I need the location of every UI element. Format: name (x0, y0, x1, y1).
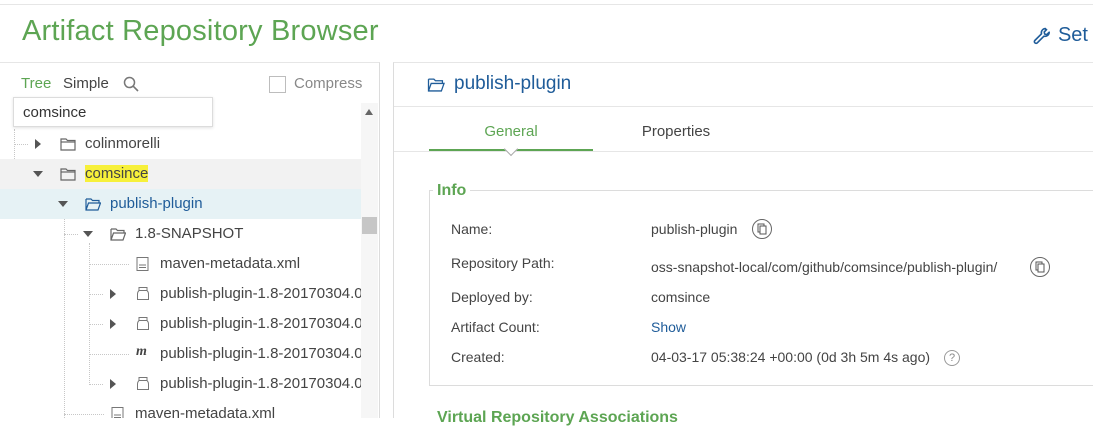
clipboard-icon (757, 223, 767, 235)
field-deployed-by: Deployed by: comsince (394, 289, 1054, 313)
detail-panel: publish-plugin General Properties Info N… (393, 62, 1093, 426)
compress-label: Compress (294, 75, 363, 92)
tree-node-artifact[interactable]: publish-plugin-1.8-20170304.05 (0, 279, 361, 309)
field-name: Name: publish-plugin (394, 219, 1054, 245)
tree-node-version[interactable]: 1.8-SNAPSHOT (0, 219, 361, 249)
detail-header: publish-plugin (394, 63, 1093, 107)
tree-node-label: maven-metadata.xml (135, 405, 276, 418)
field-label: Deployed by: (451, 289, 533, 305)
tree-node-label: colinmorelli (85, 135, 161, 152)
tree-node-colinmorelli[interactable]: colinmorelli (0, 129, 361, 159)
settings-label: Set (1057, 24, 1088, 46)
expand-toggle[interactable] (110, 289, 116, 299)
field-value: 04-03-17 05:38:24 +00:00 (0d 3h 5m 4s ag… (651, 349, 931, 365)
folder-icon (60, 138, 76, 151)
help-icon[interactable]: ? (944, 350, 960, 366)
tree-panel: Tree Simple Compress colinmorelli comsin… (0, 62, 380, 418)
field-created: Created: 04-03-17 05:38:24 +00:00 (0d 3h… (394, 349, 1054, 373)
active-tab-caret (503, 141, 519, 157)
tree-node-label: publish-plugin-1.8-20170304.05 (160, 345, 361, 362)
field-label: Repository Path: (451, 255, 555, 271)
virtual-repository-associations-heading: Virtual Repository Associations (437, 409, 678, 426)
compress-checkbox[interactable] (269, 76, 286, 93)
detail-tabs: General Properties (394, 107, 1093, 157)
jar-icon (137, 287, 149, 300)
top-header: Artifact Repository Browser Set (0, 0, 1093, 62)
tree-node-artifact[interactable]: publish-plugin-1.8-20170304.05 (0, 369, 361, 399)
maven-icon: m (136, 344, 147, 359)
tree-filter-input[interactable] (13, 97, 213, 127)
tree-node-label: publish-plugin (110, 195, 203, 212)
collapse-toggle[interactable] (83, 231, 93, 237)
expand-toggle[interactable] (110, 379, 116, 389)
field-value: publish-plugin (651, 221, 738, 237)
folder-icon (60, 168, 76, 181)
copy-icon[interactable] (752, 219, 772, 239)
scroll-up-arrow[interactable] (365, 109, 373, 115)
settings-button[interactable]: Set (1032, 24, 1088, 47)
header-divider (0, 4, 1093, 5)
tab-simple[interactable]: Simple (63, 75, 109, 92)
field-label: Name: (451, 221, 493, 237)
tree-node-label: comsince (85, 165, 149, 182)
field-label: Created: (451, 349, 505, 365)
search-icon[interactable] (123, 76, 139, 92)
jar-icon (137, 377, 149, 390)
xml-file-icon (136, 257, 149, 271)
tree-node-file[interactable]: maven-metadata.xml (0, 399, 361, 418)
field-artifact-count: Artifact Count: Show (394, 319, 1054, 343)
collapse-toggle[interactable] (33, 171, 43, 177)
tab-tree[interactable]: Tree (21, 75, 51, 92)
folder-open-icon (427, 78, 445, 92)
tree-node-artifact[interactable]: m publish-plugin-1.8-20170304.05 (0, 339, 361, 369)
jar-icon (137, 317, 149, 330)
wrench-icon (1033, 27, 1050, 44)
show-count-link[interactable]: Show (651, 319, 686, 335)
info-legend: Info (433, 182, 471, 200)
tree-node-label: publish-plugin-1.8-20170304.05 (160, 315, 361, 332)
tree-node-file[interactable]: maven-metadata.xml (0, 249, 361, 279)
field-value: comsince (651, 289, 711, 305)
field-value: oss-snapshot-local/com/github/comsince/p… (651, 259, 998, 275)
collapse-toggle[interactable] (58, 201, 68, 207)
expand-toggle[interactable] (35, 139, 41, 149)
page-title: Artifact Repository Browser (22, 15, 379, 47)
tab-properties[interactable]: Properties (593, 123, 759, 140)
tree-node-artifact[interactable]: publish-plugin-1.8-20170304.05 (0, 309, 361, 339)
tab-general[interactable]: General (429, 123, 593, 140)
tree-node-comsince[interactable]: comsince (0, 159, 361, 189)
copy-icon[interactable] (1030, 257, 1050, 277)
field-repository-path: Repository Path: oss-snapshot-local/com/… (394, 255, 1054, 279)
field-label: Artifact Count: (451, 319, 540, 335)
tree-node-publish-plugin[interactable]: publish-plugin (0, 189, 361, 219)
folder-open-icon (110, 228, 126, 241)
tree-node-label: publish-plugin-1.8-20170304.05 (160, 285, 361, 302)
tree-scrollbar[interactable] (361, 103, 378, 418)
folder-open-icon (85, 198, 101, 211)
expand-toggle[interactable] (110, 319, 116, 329)
tree-node-label: publish-plugin-1.8-20170304.05 (160, 375, 361, 392)
tree-node-label: maven-metadata.xml (160, 255, 301, 272)
detail-title: publish-plugin (454, 73, 572, 94)
clipboard-icon (1035, 261, 1045, 273)
xml-file-icon (111, 407, 124, 418)
scrollbar-thumb[interactable] (362, 217, 377, 234)
repository-tree: colinmorelli comsince publish-plugin 1.8… (0, 129, 361, 418)
tree-node-label: 1.8-SNAPSHOT (135, 225, 244, 242)
